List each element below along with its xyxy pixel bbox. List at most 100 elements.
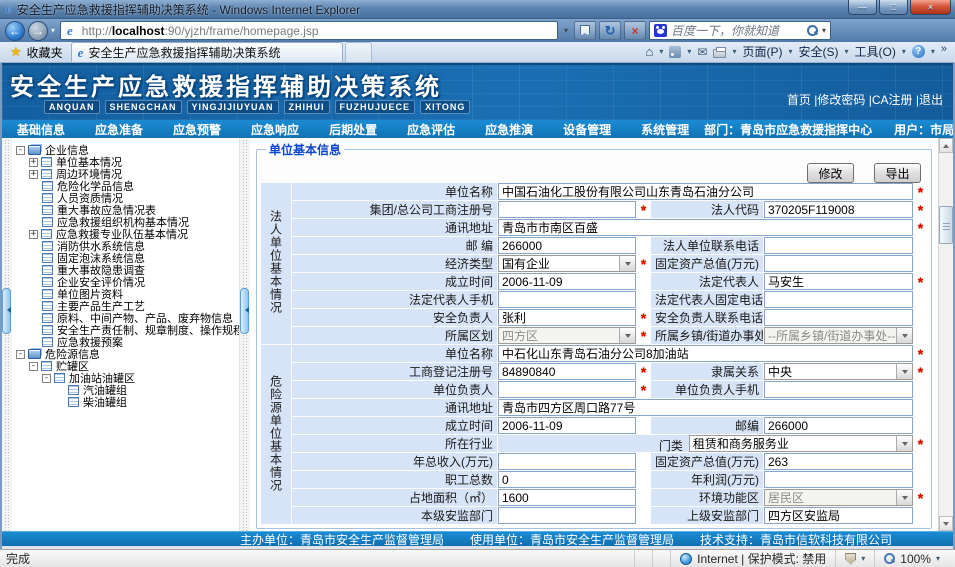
collapse-icon[interactable]: -: [16, 146, 25, 155]
search-icon[interactable]: [807, 25, 818, 36]
tools-menu[interactable]: 工具(O): [855, 43, 896, 60]
form-input[interactable]: [498, 291, 636, 308]
scrollbar-thumb[interactable]: [939, 206, 953, 244]
page-menu[interactable]: 页面(P): [742, 43, 782, 60]
rss-feed-icon[interactable]: [669, 46, 681, 58]
mail-icon[interactable]: ✉: [697, 45, 707, 59]
form-input[interactable]: [764, 309, 913, 326]
form-input[interactable]: [764, 291, 913, 308]
form-input[interactable]: [498, 417, 636, 434]
form-input[interactable]: [498, 381, 636, 398]
url-input[interactable]: e http://localhost:90/yjzh/frame/homepag…: [60, 21, 558, 40]
print-dropdown-icon[interactable]: ▾: [732, 47, 736, 56]
tree-item[interactable]: 安全生产责任制、规章制度、操作规程信息: [14, 324, 239, 336]
scroll-down-icon[interactable]: [939, 516, 953, 531]
form-input[interactable]: [764, 273, 913, 290]
history-dropdown-icon[interactable]: ▾: [51, 26, 55, 35]
nav-item[interactable]: 应急评估: [392, 121, 470, 138]
dropdown-arrow-icon[interactable]: [619, 256, 635, 271]
search-dropdown-icon[interactable]: ▾: [822, 26, 826, 35]
vertical-scrollbar[interactable]: [938, 138, 953, 531]
forward-button[interactable]: →: [28, 21, 48, 41]
rss-dropdown-icon[interactable]: ▾: [687, 47, 691, 56]
back-button[interactable]: ←: [5, 21, 25, 41]
tree-splitter-handle-icon[interactable]: [240, 288, 249, 334]
protected-dropdown-icon[interactable]: ▾: [861, 554, 865, 563]
form-input[interactable]: [498, 453, 636, 470]
dropdown-arrow-icon[interactable]: [619, 328, 635, 343]
form-select[interactable]: 四方区: [498, 327, 636, 344]
search-input[interactable]: 百度一下，你就知道 ▾: [649, 21, 831, 40]
form-input[interactable]: [498, 309, 636, 326]
tree-item[interactable]: -危险源信息: [14, 348, 239, 360]
form-input[interactable]: [764, 237, 913, 254]
form-input[interactable]: [498, 471, 636, 488]
browser-tab[interactable]: e 安全生产应急救援指挥辅助决策系统: [71, 42, 343, 62]
collapse-icon[interactable]: -: [29, 362, 38, 371]
tree-item[interactable]: +单位基本情况: [14, 156, 239, 168]
expand-icon[interactable]: +: [29, 170, 38, 179]
nav-item[interactable]: 系统管理: [626, 121, 704, 138]
dropdown-arrow-icon[interactable]: [896, 490, 912, 505]
tree-item[interactable]: 企业安全评价情况: [14, 276, 239, 288]
refresh-button[interactable]: ↻: [599, 21, 621, 40]
scroll-up-icon[interactable]: [939, 138, 953, 153]
nav-item[interactable]: 应急推演: [470, 121, 548, 138]
maximize-button[interactable]: □: [879, 0, 908, 15]
security-menu[interactable]: 安全(S): [799, 43, 839, 60]
form-input[interactable]: [764, 507, 913, 524]
form-select[interactable]: 中央: [764, 363, 913, 380]
form-input[interactable]: [498, 273, 636, 290]
tree-item[interactable]: 柴油罐组: [14, 396, 239, 408]
form-input[interactable]: [498, 489, 636, 506]
dropdown-arrow-icon[interactable]: [896, 328, 912, 343]
form-input[interactable]: [498, 219, 913, 236]
form-select[interactable]: 租赁和商务服务业: [689, 435, 913, 452]
home-icon[interactable]: ⌂: [646, 44, 654, 59]
nav-item[interactable]: 应急准备: [80, 121, 158, 138]
expand-icon[interactable]: +: [29, 230, 38, 239]
expand-icon[interactable]: +: [29, 158, 38, 167]
form-input[interactable]: [498, 237, 636, 254]
export-button[interactable]: 导出: [874, 163, 921, 183]
overflow-chevron-icon[interactable]: »: [941, 43, 947, 55]
collapse-icon[interactable]: -: [16, 350, 25, 359]
dropdown-arrow-icon[interactable]: [896, 436, 912, 451]
modify-button[interactable]: 修改: [807, 163, 854, 183]
form-input[interactable]: [498, 507, 636, 524]
tree-splitter[interactable]: [240, 138, 250, 531]
nav-item[interactable]: 应急响应: [236, 121, 314, 138]
nav-item[interactable]: 基础信息: [2, 121, 80, 138]
nav-item[interactable]: 应急预警: [158, 121, 236, 138]
collapse-icon[interactable]: -: [42, 374, 51, 383]
print-icon[interactable]: [713, 49, 726, 58]
dropdown-arrow-icon[interactable]: [896, 364, 912, 379]
close-button[interactable]: ×: [910, 0, 951, 15]
form-input[interactable]: [498, 345, 913, 362]
form-input[interactable]: [764, 381, 913, 398]
left-splitter-handle-icon[interactable]: [2, 288, 11, 334]
header-link[interactable]: 退出: [919, 93, 943, 107]
status-zoom[interactable]: 100% ▾: [874, 550, 949, 567]
home-dropdown-icon[interactable]: ▾: [659, 47, 663, 56]
stop-button[interactable]: ×: [624, 21, 646, 40]
header-link[interactable]: CA注册: [872, 93, 913, 107]
form-input[interactable]: [498, 183, 913, 200]
tree-item[interactable]: -企业信息: [14, 144, 239, 156]
nav-item[interactable]: 设备管理: [548, 121, 626, 138]
tree-item[interactable]: 危险化学品信息: [14, 180, 239, 192]
form-input[interactable]: [498, 201, 636, 218]
new-tab-button[interactable]: [345, 42, 372, 62]
compatibility-view-button[interactable]: [574, 21, 596, 40]
nav-item[interactable]: 后期处置: [314, 121, 392, 138]
left-splitter[interactable]: [2, 138, 12, 531]
form-input[interactable]: [764, 453, 913, 470]
form-select[interactable]: 居民区: [764, 489, 913, 506]
header-link[interactable]: 首页: [787, 93, 811, 107]
favorites-button[interactable]: ★ 收藏夹: [4, 42, 71, 62]
form-input[interactable]: [764, 255, 913, 272]
status-protected-mode[interactable]: ▾: [835, 550, 874, 567]
header-link[interactable]: 修改密码: [817, 93, 865, 107]
minimize-button[interactable]: —: [848, 0, 877, 15]
form-select[interactable]: 国有企业: [498, 255, 636, 272]
